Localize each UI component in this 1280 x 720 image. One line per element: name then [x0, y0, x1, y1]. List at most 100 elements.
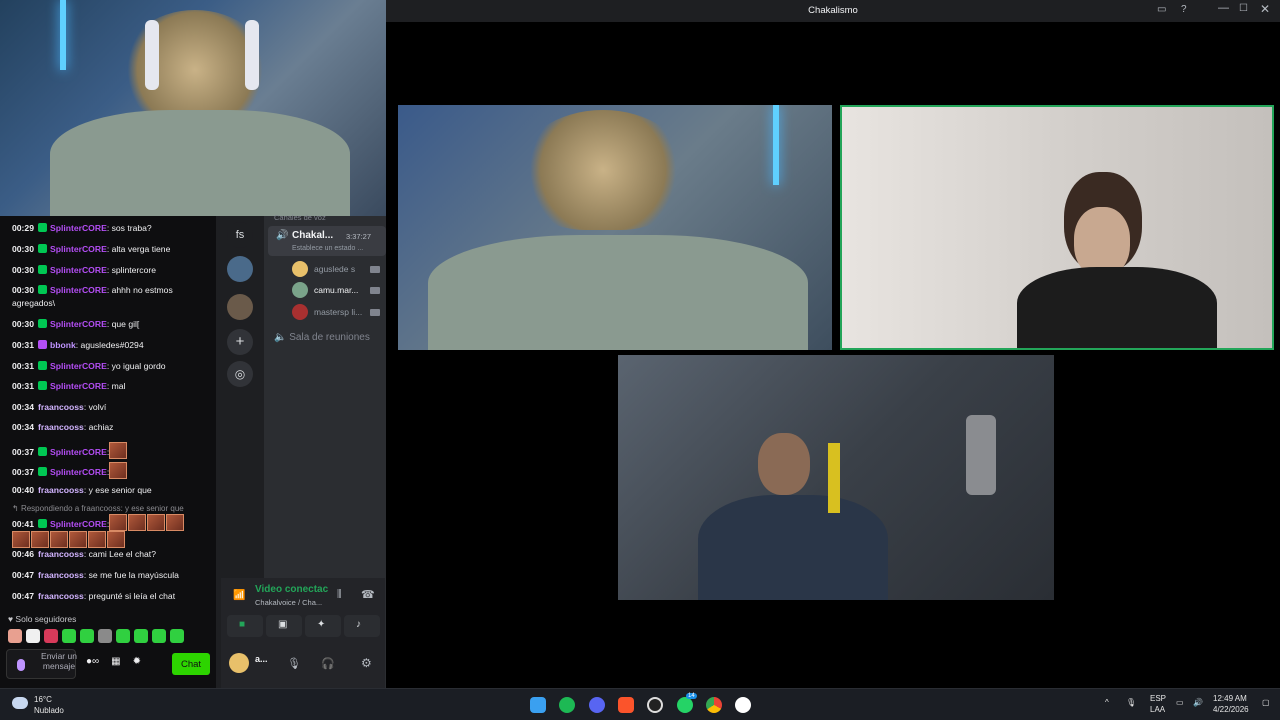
- emote-icon: [147, 514, 166, 531]
- store-icon[interactable]: ▦: [111, 656, 120, 667]
- chat-message: 00:30 SplinterCORE: splintercore: [12, 265, 157, 275]
- camera-button[interactable]: ■: [227, 615, 263, 637]
- emote-icon: [109, 442, 128, 459]
- emote-icon: [107, 531, 125, 548]
- start-icon[interactable]: [530, 697, 546, 713]
- avatar[interactable]: [292, 304, 308, 320]
- activities-icon: ✦: [317, 619, 326, 630]
- screen-share-button[interactable]: ▣: [266, 615, 302, 637]
- chat-message: 00:47 fraancooss: se me fue la mayúscula: [12, 570, 179, 580]
- emote-icon: [12, 531, 30, 548]
- chevron-up-icon[interactable]: ^: [1105, 698, 1109, 707]
- chat-message: 00:30 SplinterCORE: que gil[: [12, 319, 140, 329]
- chat-message: 00:30 SplinterCORE: alta verga tiene: [12, 244, 171, 254]
- chat-message: 00:37 SplinterCORE:: [12, 442, 212, 459]
- emote-icon[interactable]: [62, 629, 76, 643]
- emote-icon: [69, 531, 87, 548]
- community-icon[interactable]: ●∞: [86, 656, 99, 667]
- video-tile[interactable]: [618, 355, 1054, 600]
- noise-suppression-icon[interactable]: ⫼: [337, 589, 342, 600]
- webcam-overlay: [0, 0, 386, 216]
- disconnect-icon[interactable]: ☎: [361, 588, 375, 601]
- emote-icon: [88, 531, 106, 548]
- emote-icon[interactable]: [152, 629, 166, 643]
- obs-icon[interactable]: [647, 697, 663, 713]
- chat-message: 00:37 SplinterCORE:: [12, 462, 212, 479]
- chat-input[interactable]: Enviar un mensaje: [6, 649, 77, 679]
- chat-send-button[interactable]: Chat: [172, 653, 210, 675]
- microphone-icon[interactable]: 🎙: [287, 657, 301, 670]
- windows-taskbar: 16°C Nublado 14 ^ 🎙 ESP LAA ▭ 🔊 12:49 AM…: [0, 688, 1280, 720]
- meeting-room-channel[interactable]: 🔈 Sala de reuniones: [274, 332, 370, 343]
- minimize-icon[interactable]: —: [1218, 2, 1229, 14]
- emote-icon: [109, 514, 128, 531]
- discord-icon[interactable]: [589, 697, 605, 713]
- screen-share-icon: ▣: [278, 619, 288, 630]
- video-tile-speaking[interactable]: [840, 105, 1274, 350]
- emote-icon: [128, 514, 147, 531]
- twitch-chat: 00:29 SplinterCORE: sos traba? 00:30 Splin…: [0, 216, 216, 688]
- emote-icon: [166, 514, 185, 531]
- chat-message: 00:46 fraancooss: cami Lee el chat?: [12, 549, 156, 559]
- emote-icon[interactable]: [98, 629, 112, 643]
- speaker-icon: 🔊: [276, 230, 289, 241]
- weather-icon[interactable]: [12, 697, 28, 709]
- brave-icon[interactable]: [618, 697, 634, 713]
- network-icon[interactable]: ▭: [1176, 698, 1184, 707]
- emote-icon[interactable]: [80, 629, 94, 643]
- emote-icon[interactable]: [44, 629, 58, 643]
- chat-message: 00:40 fraancooss: y ese senior que: [12, 485, 152, 495]
- speaker-icon: 🔈: [274, 332, 290, 343]
- explore-icon[interactable]: ◎: [227, 361, 253, 387]
- mic-icon[interactable]: [17, 659, 25, 671]
- chat-message: 00:34 fraancooss: achiaz: [12, 422, 114, 432]
- app-icon[interactable]: [735, 697, 751, 713]
- add-server-icon[interactable]: +: [227, 329, 253, 355]
- server-icon[interactable]: [227, 256, 253, 282]
- followers-only-notice: ♥ Solo seguidores: [8, 614, 77, 624]
- avatar[interactable]: [292, 282, 308, 298]
- emote-icon[interactable]: [134, 629, 148, 643]
- camera-icon: [370, 309, 380, 316]
- emote-icon: [50, 531, 68, 548]
- emote-icon[interactable]: [8, 629, 22, 643]
- spotify-icon[interactable]: [559, 697, 575, 713]
- volume-icon[interactable]: 🔊: [1193, 698, 1203, 707]
- close-icon[interactable]: ✕: [1260, 2, 1270, 16]
- emote-icon: [109, 462, 128, 479]
- soundboard-button[interactable]: ♪: [344, 615, 380, 637]
- activities-button[interactable]: ✦: [305, 615, 341, 637]
- emote-icon: [31, 531, 49, 548]
- avatar[interactable]: [229, 653, 249, 673]
- chrome-icon[interactable]: [706, 697, 722, 713]
- active-voice-channel[interactable]: 🔊 Chakal... 3:37:27 Establece un estado …: [268, 226, 386, 256]
- settings-gear-icon[interactable]: ⚙: [361, 656, 372, 670]
- microphone-icon[interactable]: 🎙: [1126, 698, 1136, 707]
- notification-icon[interactable]: ▢: [1262, 698, 1270, 707]
- server-icon[interactable]: [227, 294, 253, 320]
- chat-message: 00:30 SplinterCORE: ahhh no estmos agrega…: [12, 285, 173, 308]
- headphones-icon[interactable]: 🎧: [321, 657, 335, 670]
- camera-icon: [370, 287, 380, 294]
- discord-main: Chakalismo ▭ ? — ☐ ✕: [386, 0, 1280, 688]
- signal-icon[interactable]: 📶: [233, 590, 245, 601]
- chat-message: 00:31 SplinterCORE: yo igual gordo: [12, 361, 166, 371]
- reply-reference: ↰ Respondiendo a fraancooss: y ese senio…: [12, 504, 184, 513]
- voice-status-panel: 📶 Video conectac Chakalvoice / Cha... ⫼ …: [221, 578, 385, 688]
- emote-icon[interactable]: [170, 629, 184, 643]
- avatar[interactable]: [292, 261, 308, 277]
- emote-bar: [8, 629, 184, 647]
- soundboard-icon: ♪: [356, 619, 361, 630]
- emote-icon[interactable]: [26, 629, 40, 643]
- chat-message: 00:31 SplinterCORE: mal: [12, 381, 126, 391]
- video-tile[interactable]: [398, 105, 832, 350]
- settings-gear-icon[interactable]: ✹: [133, 656, 141, 667]
- title-bar: Chakalismo ▭ ? — ☐ ✕: [386, 0, 1280, 22]
- help-icon[interactable]: ?: [1181, 4, 1187, 15]
- server-fs[interactable]: fs: [227, 222, 253, 248]
- emote-icon[interactable]: [116, 629, 130, 643]
- chat-message: 00:34 fraancooss: volví: [12, 402, 107, 412]
- inbox-icon[interactable]: ▭: [1157, 4, 1166, 15]
- maximize-icon[interactable]: ☐: [1239, 3, 1248, 14]
- whatsapp-icon[interactable]: [677, 697, 693, 713]
